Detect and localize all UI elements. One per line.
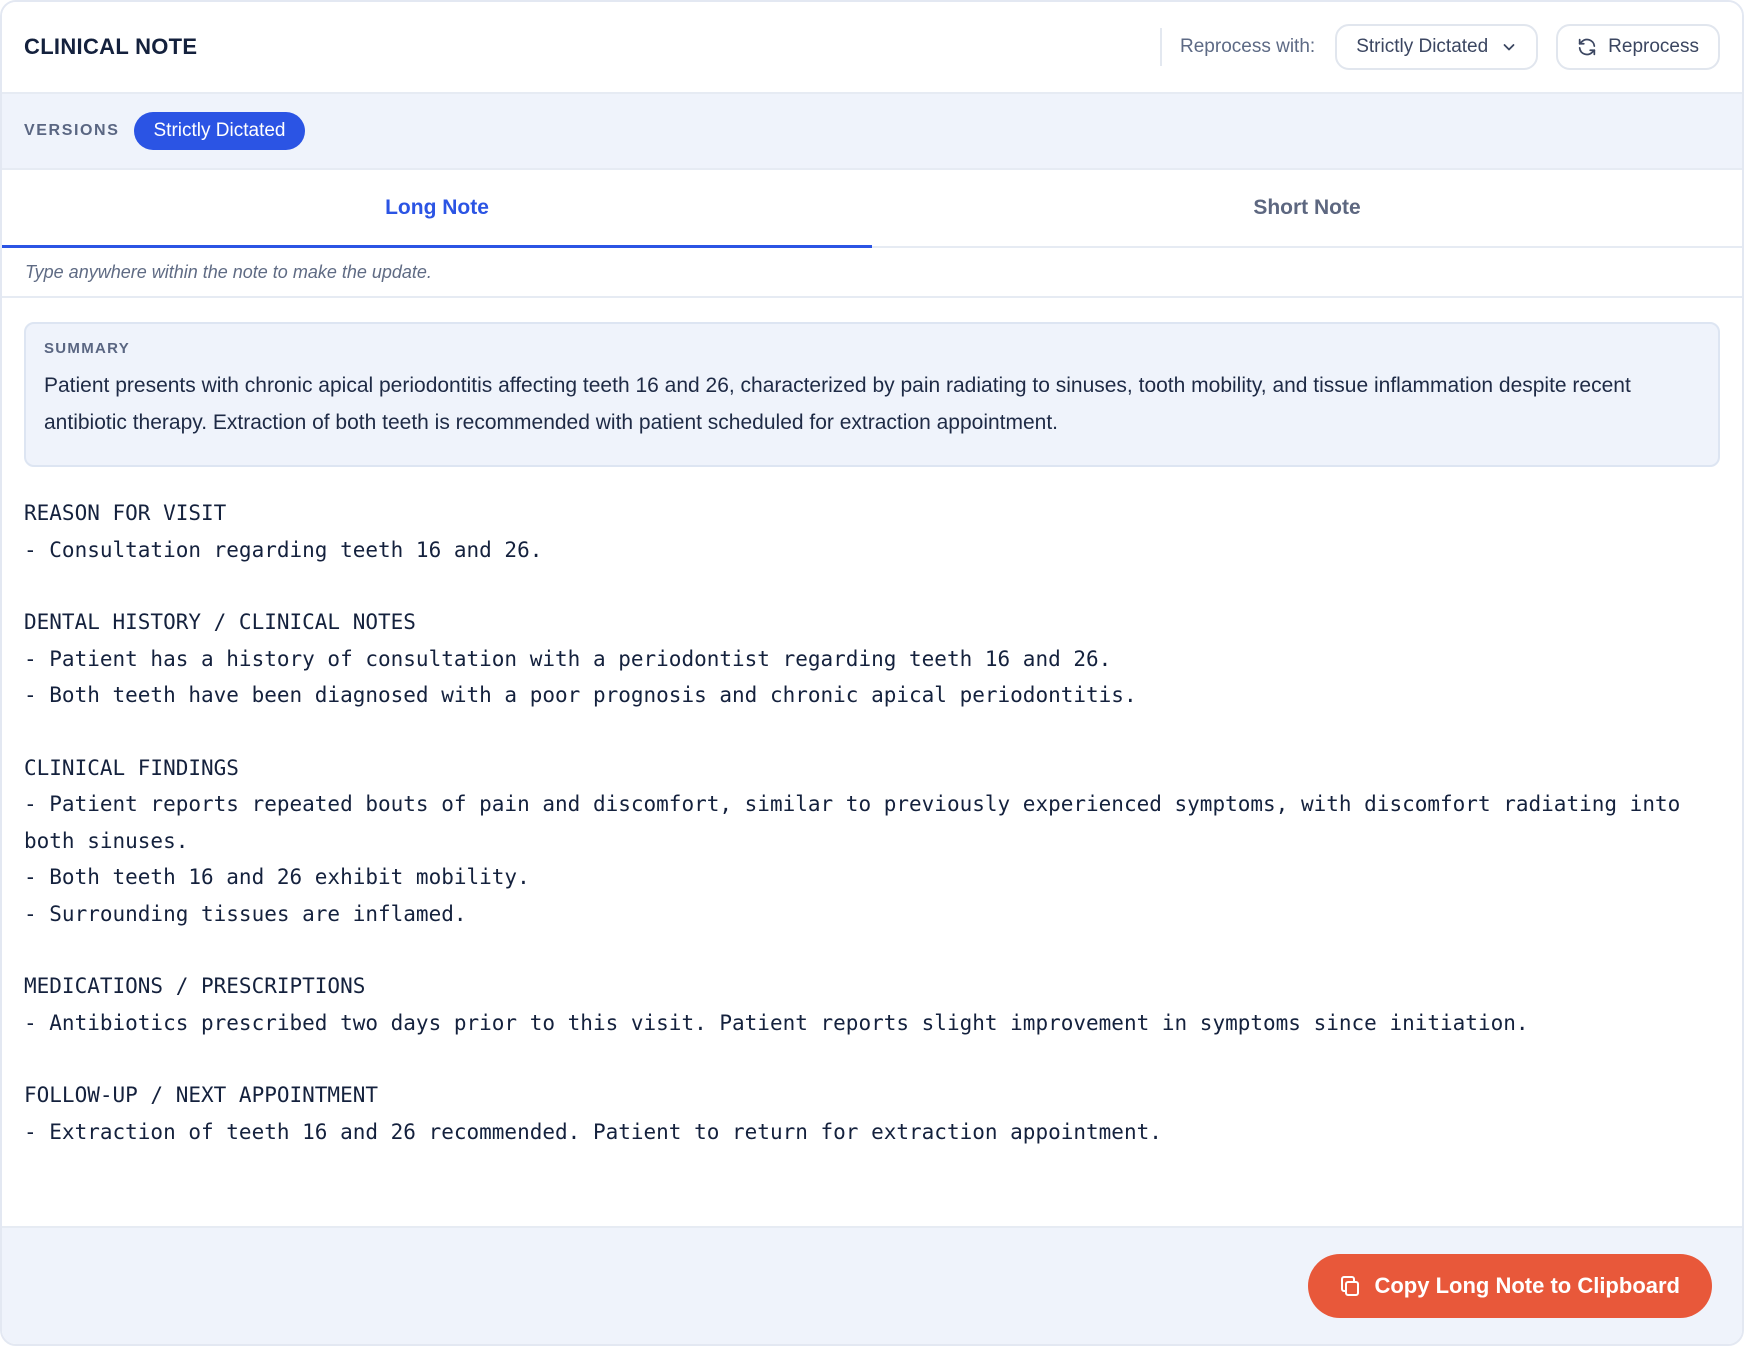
page-title: CLINICAL NOTE [24,34,198,59]
chevron-down-icon [1503,44,1515,51]
copy-icon [1341,1276,1360,1296]
section-heading: DENTAL HISTORY / CLINICAL NOTES [24,610,416,634]
note-section-follow-up: FOLLOW-UP / NEXT APPOINTMENT - Extractio… [24,1077,1720,1150]
note-section-medications: MEDICATIONS / PRESCRIPTIONS - Antibiotic… [24,968,1720,1041]
note-line: - Patient has a history of consultation … [24,646,1112,671]
tab-long-note[interactable]: Long Note [2,170,872,248]
header-bar: CLINICAL NOTE Reprocess with: Strictly D… [2,2,1742,94]
reprocess-label: Reprocess with: [1180,36,1316,57]
summary-label: SUMMARY [44,340,131,357]
note-section-clinical-findings: CLINICAL FINDINGS - Patient reports repe… [24,750,1720,933]
note-section-reason: REASON FOR VISIT - Consultation regardin… [24,495,1720,568]
tab-short-note[interactable]: Short Note [872,170,1742,246]
note-line: - Consultation regarding teeth 16 and 26… [24,537,543,562]
note-line: - Patient reports repeated bouts of pain… [24,792,1693,853]
note-section-dental-history: DENTAL HISTORY / CLINICAL NOTES - Patien… [24,604,1720,714]
version-chip-strictly-dictated[interactable]: Strictly Dictated [133,112,306,150]
versions-bar: VERSIONS Strictly Dictated [2,94,1742,170]
copy-long-note-button[interactable]: Copy Long Note to Clipboard [1308,1254,1712,1318]
note-line: - Both teeth 16 and 26 exhibit mobility. [24,865,530,889]
clinical-note-card: CLINICAL NOTE Reprocess with: Strictly D… [0,0,1744,1346]
note-content: SUMMARY Patient presents with chronic ap… [2,298,1742,1228]
footer-bar: Copy Long Note to Clipboard [2,1226,1742,1344]
section-heading: CLINICAL FINDINGS [24,755,239,780]
note-line: - Extraction of teeth 16 and 26 recommen… [24,1119,1162,1144]
refresh-icon [1578,38,1596,56]
reprocess-mode-value: Strictly Dictated [1356,36,1489,57]
copy-button-label: Copy Long Note to Clipboard [1374,1273,1680,1298]
long-note-editor[interactable]: REASON FOR VISIT - Consultation regardin… [24,495,1720,1150]
reprocess-button-label: Reprocess [1608,36,1699,57]
reprocess-mode-select[interactable]: Strictly Dictated [1335,24,1539,70]
summary-box: SUMMARY Patient presents with chronic ap… [24,322,1720,467]
note-tabs: Long Note Short Note [2,170,1742,248]
section-heading: FOLLOW-UP / NEXT APPOINTMENT [24,1083,379,1107]
divider [1160,28,1163,66]
edit-hint: Type anywhere within the note to make th… [2,248,1742,298]
section-heading: MEDICATIONS / PRESCRIPTIONS [24,974,366,998]
note-line: - Both teeth have been diagnosed with a … [24,683,1137,707]
summary-text[interactable]: Patient presents with chronic apical per… [44,367,1700,441]
section-heading: REASON FOR VISIT [24,501,227,525]
reprocess-button[interactable]: Reprocess [1556,24,1720,70]
versions-label: VERSIONS [24,122,120,139]
note-line: - Antibiotics prescribed two days prior … [24,1010,1529,1035]
note-line: - Surrounding tissues are inflamed. [24,901,467,926]
header-actions: Reprocess with: Strictly Dictated Reproc… [1160,2,1720,92]
